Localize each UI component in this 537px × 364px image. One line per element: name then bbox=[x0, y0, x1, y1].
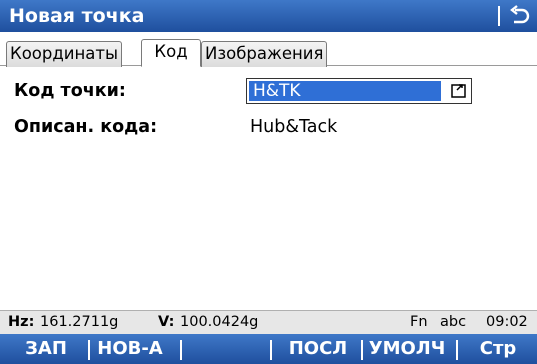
new-point-softkey[interactable]: НОВ-А bbox=[94, 334, 166, 364]
tab-images[interactable]: Изображения bbox=[201, 41, 328, 67]
point-code-value[interactable]: H&TK bbox=[249, 81, 441, 101]
hz-value: 161.2711g bbox=[40, 314, 119, 330]
fn-indicator: Fn bbox=[410, 314, 428, 330]
title-bar: Новая точка bbox=[0, 0, 537, 32]
softkey-divider bbox=[88, 340, 90, 360]
softkey-divider bbox=[456, 340, 458, 360]
default-softkey[interactable]: УМОЛЧ bbox=[366, 334, 448, 364]
status-bar: Hz: 161.2711g V: 100.0424g Fn abc 09:02 bbox=[0, 310, 537, 334]
v-value: 100.0424g bbox=[180, 314, 259, 330]
code-description-label: Описан. кода: bbox=[14, 117, 158, 137]
code-description-value: Hub&Tack bbox=[250, 117, 338, 137]
title-divider bbox=[498, 6, 500, 26]
tab-strip: Координаты Код Изображения bbox=[0, 32, 537, 67]
last-softkey[interactable]: ПОСЛ bbox=[284, 334, 352, 364]
page-softkey[interactable]: Стр bbox=[470, 334, 526, 364]
return-arrow-icon[interactable] bbox=[508, 5, 530, 27]
softkey-bar: ЗАП НОВ-А ПОСЛ УМОЛЧ Стр bbox=[0, 334, 537, 364]
input-mode: abc bbox=[440, 314, 467, 330]
clock: 09:02 bbox=[486, 314, 528, 330]
softkey-divider bbox=[361, 340, 363, 360]
v-label: V: bbox=[158, 314, 175, 330]
tab-coordinates[interactable]: Координаты bbox=[6, 41, 123, 67]
window-title: Новая точка bbox=[9, 5, 145, 27]
softkey-divider bbox=[270, 340, 272, 360]
softkey-divider bbox=[180, 340, 182, 360]
point-code-field[interactable]: H&TK bbox=[246, 78, 472, 104]
tab-code[interactable]: Код bbox=[141, 39, 201, 67]
point-code-label: Код точки: bbox=[14, 81, 126, 101]
hz-label: Hz: bbox=[8, 314, 35, 330]
save-softkey[interactable]: ЗАП bbox=[20, 334, 72, 364]
empty-softkey[interactable] bbox=[183, 334, 267, 364]
list-picker-icon[interactable] bbox=[450, 82, 468, 100]
